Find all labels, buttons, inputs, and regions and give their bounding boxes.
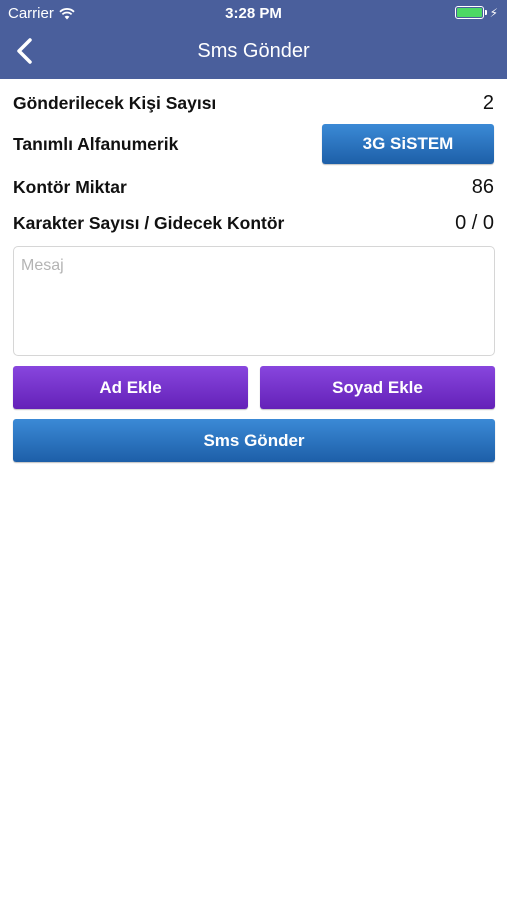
recipient-count-value: 2	[482, 91, 494, 114]
send-sms-button[interactable]: Sms Gönder	[13, 419, 495, 462]
char-count-value: 0 / 0	[455, 211, 494, 234]
battery-group: ⚡	[454, 5, 498, 20]
char-count-label: Karakter Sayısı / Gidecek Kontör	[13, 212, 285, 233]
nav-bar: Sms Gönder	[0, 26, 507, 79]
credit-label: Kontör Miktar	[13, 176, 127, 197]
battery-icon	[454, 6, 487, 19]
add-name-button[interactable]: Ad Ekle	[13, 366, 248, 409]
alphanumeric-label: Tanımlı Alfanumerik	[13, 133, 179, 154]
add-surname-button[interactable]: Soyad Ekle	[260, 366, 495, 409]
credit-value: 86	[471, 175, 494, 198]
header: Carrier 3:28 PM ⚡ Sms Gönder	[0, 0, 507, 79]
alphanumeric-button[interactable]: 3G SiSTEM	[322, 124, 494, 164]
message-input[interactable]	[21, 257, 487, 345]
status-bar: Carrier 3:28 PM ⚡	[0, 0, 507, 26]
battery-tip	[484, 10, 487, 15]
page-title: Sms Gönder	[197, 40, 310, 62]
credit-row: Kontör Miktar 86	[13, 174, 494, 200]
battery-fill	[456, 8, 482, 17]
bolt-icon: ⚡	[489, 5, 498, 20]
recipient-count-row: Gönderilecek Kişi Sayısı 2	[13, 90, 494, 116]
char-count-row: Karakter Sayısı / Gidecek Kontör 0 / 0	[13, 210, 494, 236]
message-box	[13, 246, 495, 356]
clock: 3:28 PM	[225, 5, 282, 22]
recipient-count-label: Gönderilecek Kişi Sayısı	[13, 92, 217, 113]
alphanumeric-row: Tanımlı Alfanumerik 3G SiSTEM	[13, 124, 494, 164]
